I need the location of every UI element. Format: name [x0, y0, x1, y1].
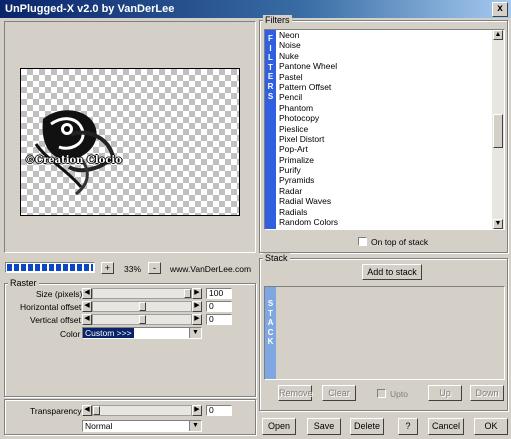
title-bar: UnPlugged-X v2.0 by VanDerLee x [0, 0, 511, 18]
blend-mode-select[interactable]: Normal ▼ [82, 420, 202, 432]
filters-group-label: Filters [263, 15, 292, 25]
blend-mode-value: Normal [85, 421, 113, 431]
on-top-checkbox[interactable] [358, 237, 367, 246]
voffset-left-arrow-icon[interactable]: ◀ [82, 314, 92, 325]
size-slider[interactable] [92, 288, 192, 299]
upto-checkbox[interactable] [377, 389, 386, 398]
zoom-value: 33% [124, 264, 142, 274]
stack-group-label: Stack [263, 253, 290, 263]
open-button[interactable]: Open [262, 418, 296, 435]
progress-fill [7, 264, 93, 271]
list-item[interactable]: Pencil [277, 92, 491, 102]
list-item[interactable]: Random Colors [277, 217, 491, 227]
hoffset-slider[interactable] [92, 301, 192, 312]
transparency-left-arrow-icon[interactable]: ◀ [82, 405, 92, 416]
list-item[interactable]: Pattern Offset [277, 82, 491, 92]
zoom-out-button[interactable]: - [148, 262, 161, 274]
voffset-field[interactable]: 0 [206, 314, 232, 325]
window-title: UnPlugged-X v2.0 by VanDerLee [5, 3, 175, 15]
add-to-stack-button[interactable]: Add to stack [362, 264, 422, 280]
hoffset-left-arrow-icon[interactable]: ◀ [82, 301, 92, 312]
list-item[interactable]: Phantom [277, 103, 491, 113]
preview-canvas[interactable]: ©Creation Clocio [20, 68, 240, 216]
size-slider-thumb[interactable] [184, 289, 191, 298]
list-item[interactable]: Pantone Wheel [277, 61, 491, 71]
transparency-label: Transparency [30, 406, 82, 416]
transparency-field[interactable]: 0 [206, 405, 232, 416]
list-item[interactable]: Purify [277, 165, 491, 175]
color-label: Color [60, 329, 81, 339]
on-top-label: On top of stack [371, 237, 429, 247]
list-item[interactable]: Pop-Art [277, 144, 491, 154]
list-item[interactable]: Pastel [277, 72, 491, 82]
size-field[interactable]: 100 [206, 288, 232, 299]
filters-strip-text: FILTERS [267, 34, 274, 101]
list-item[interactable]: Noise [277, 40, 491, 50]
voffset-label: Vertical offset [30, 315, 81, 325]
up-button[interactable]: Up [428, 385, 462, 401]
list-item[interactable]: Pyramids [277, 175, 491, 185]
list-item[interactable]: Radial Waves [277, 196, 491, 206]
zoom-in-button[interactable]: + [101, 262, 114, 274]
scroll-thumb[interactable] [493, 114, 503, 148]
raster-group-label: Raster [8, 278, 39, 288]
remove-button[interactable]: Remove [278, 385, 313, 401]
list-item[interactable]: Primalize [277, 155, 491, 165]
list-item[interactable]: Pixel Distort [277, 134, 491, 144]
watermark-text: ©Creation Clocio [25, 155, 122, 166]
list-item[interactable]: Pieslice [277, 124, 491, 134]
filters-list[interactable]: Neon Noise Nuke Pantone Wheel Pastel Pattern … [277, 30, 491, 229]
save-button[interactable]: Save [307, 418, 341, 435]
hoffset-right-arrow-icon[interactable]: ▶ [192, 301, 202, 312]
voffset-right-arrow-icon[interactable]: ▶ [192, 314, 202, 325]
clear-button[interactable]: Clear [322, 385, 356, 401]
voffset-slider-thumb[interactable] [139, 315, 146, 324]
list-item[interactable]: Radials [277, 207, 491, 217]
color-select[interactable]: Custom >>> ▼ [82, 327, 202, 339]
close-button[interactable]: x [492, 2, 508, 17]
list-item[interactable]: Photocopy [277, 113, 491, 123]
stack-list-frame[interactable] [264, 286, 505, 380]
website-link[interactable]: www.VanDerLee.com [170, 264, 251, 274]
progress-bar [5, 262, 95, 273]
hoffset-field[interactable]: 0 [206, 301, 232, 312]
size-right-arrow-icon[interactable]: ▶ [192, 288, 202, 299]
list-item[interactable]: Nuke [277, 51, 491, 61]
list-item[interactable]: Random Dither [277, 227, 491, 229]
transparency-right-arrow-icon[interactable]: ▶ [192, 405, 202, 416]
scroll-up-icon[interactable]: ▲ [493, 30, 503, 40]
down-button[interactable]: Down [470, 385, 504, 401]
ok-button[interactable]: OK [474, 418, 508, 435]
upto-label: Upto [390, 389, 408, 399]
filters-strip: FILTERS [265, 30, 276, 229]
cancel-button[interactable]: Cancel [428, 418, 464, 435]
delete-button[interactable]: Delete [350, 418, 384, 435]
scroll-down-icon[interactable]: ▼ [493, 219, 503, 229]
chevron-down-icon[interactable]: ▼ [189, 328, 201, 338]
stack-strip: STACK [265, 287, 276, 379]
filters-scrollbar[interactable]: ▲ ▼ [492, 30, 504, 229]
stack-strip-text: STACK [267, 299, 274, 347]
list-item[interactable]: Radar [277, 186, 491, 196]
chevron-down-icon[interactable]: ▼ [189, 421, 201, 431]
transparency-slider[interactable] [92, 405, 192, 416]
hoffset-slider-thumb[interactable] [139, 302, 146, 311]
color-select-value: Custom >>> [83, 328, 134, 338]
voffset-slider[interactable] [92, 314, 192, 325]
help-button[interactable]: ? [398, 418, 418, 435]
size-label: Size (pixels) [36, 289, 83, 299]
preview-graphic [34, 110, 116, 196]
size-left-arrow-icon[interactable]: ◀ [82, 288, 92, 299]
list-item[interactable]: Neon [277, 30, 491, 40]
transparency-slider-thumb[interactable] [93, 406, 100, 415]
hoffset-label: Horizontal offset [20, 302, 82, 312]
